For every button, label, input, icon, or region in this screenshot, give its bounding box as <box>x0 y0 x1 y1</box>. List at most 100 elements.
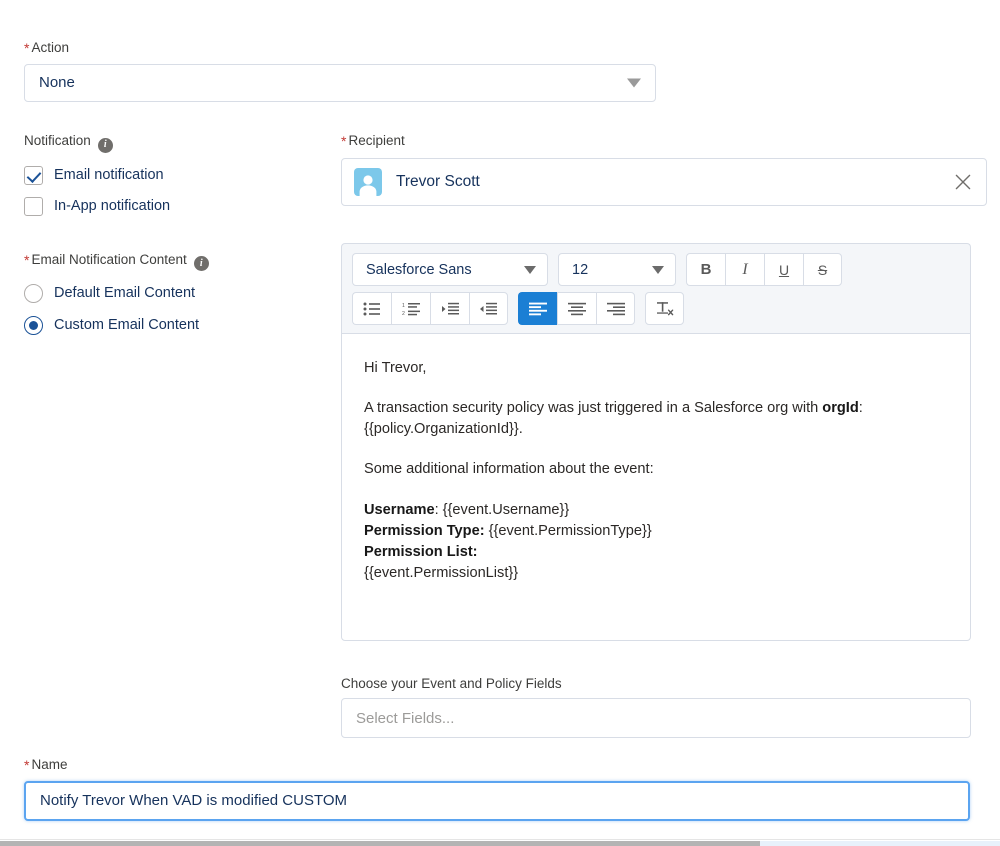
bulleted-list-icon <box>363 302 381 316</box>
recipient-value: Trevor Scott <box>396 172 480 190</box>
email-notification-content-label: * Email Notification Content i <box>24 251 324 271</box>
remove-formatting-button-group <box>645 292 684 325</box>
name-input-value: Notify Trevor When VAD is modified CUSTO… <box>40 792 348 810</box>
outdent-button[interactable] <box>469 292 508 325</box>
font-family-value: Salesforce Sans <box>366 261 472 278</box>
strikethrough-button[interactable]: S <box>803 253 842 286</box>
italic-icon: I <box>742 260 748 278</box>
chevron-down-icon <box>524 265 536 274</box>
action-label-text: Action <box>31 40 69 55</box>
email-username-line: Username: {{event.Username}} <box>364 500 948 521</box>
email-paragraph-1-pre: A transaction security policy was just t… <box>364 400 823 417</box>
email-paragraph-1: A transaction security policy was just t… <box>364 398 948 440</box>
action-select[interactable]: None <box>24 63 656 102</box>
remove-formatting-icon <box>655 301 675 317</box>
underline-icon: U <box>778 261 790 278</box>
radio-custom-email-content-label: Custom Email Content <box>54 317 200 333</box>
action-field-group: * Action None <box>24 40 656 102</box>
radio-circle-selected[interactable] <box>24 315 43 335</box>
email-paragraph-2: Some additional information about the ev… <box>364 461 654 478</box>
info-icon[interactable]: i <box>97 137 113 153</box>
email-orgid-label: orgId <box>822 400 859 417</box>
recipient-field-group: * Recipient Trevor Scott <box>341 133 987 206</box>
indent-icon <box>441 302 460 316</box>
required-asterisk: * <box>24 251 30 268</box>
email-username-label: Username <box>364 501 435 518</box>
numbered-list-button[interactable]: 1 2 <box>391 292 430 325</box>
font-family-select[interactable]: Salesforce Sans <box>352 253 548 286</box>
recipient-label: * Recipient <box>341 133 987 150</box>
align-center-icon <box>568 302 586 316</box>
checkbox-inapp-notification[interactable]: In-App notification <box>24 193 324 220</box>
horizontal-scrollbar[interactable] <box>0 839 1000 846</box>
name-input[interactable]: Notify Trevor When VAD is modified CUSTO… <box>24 780 970 821</box>
email-notification-content-label-text: Email Notification Content <box>31 251 187 267</box>
alignment-button-group <box>518 292 635 325</box>
chevron-down-icon <box>627 78 641 88</box>
checkbox-box-unchecked[interactable] <box>24 196 43 216</box>
name-field-group: * Name Notify Trevor When VAD is modified… <box>24 757 970 821</box>
scrollbar-thumb[interactable] <box>0 841 760 846</box>
left-column: Notification i Email notification In-App … <box>24 133 324 343</box>
radio-custom-email-content[interactable]: Custom Email Content <box>24 311 324 339</box>
radio-default-email-content-label: Default Email Content <box>54 285 196 301</box>
email-permission-type-line: Permission Type: {{event.PermissionType}… <box>364 521 948 542</box>
align-left-button[interactable] <box>518 292 557 325</box>
bold-icon: B <box>700 261 712 278</box>
email-permission-type-label: Permission Type: <box>364 522 485 539</box>
action-select-value: None <box>39 74 75 92</box>
italic-button[interactable]: I <box>725 253 764 286</box>
email-permission-type-merge-field: {{event.PermissionType}} <box>484 522 652 539</box>
text-style-button-group: B I U S <box>686 253 842 286</box>
fields-picker-label: Choose your Event and Policy Fields <box>341 676 562 691</box>
numbered-list-icon: 1 2 <box>402 302 421 316</box>
user-avatar-icon <box>354 167 382 196</box>
outdent-icon <box>479 302 498 316</box>
font-size-select[interactable]: 12 <box>558 253 676 286</box>
strikethrough-icon: S <box>817 261 828 278</box>
radio-default-email-content[interactable]: Default Email Content <box>24 279 324 307</box>
fields-picker-placeholder: Select Fields... <box>356 709 455 727</box>
fields-picker-group: Choose your Event and Policy Fields Sele… <box>341 676 971 738</box>
editor-body[interactable]: Hi Trevor, A transaction security policy… <box>341 333 971 641</box>
email-username-merge-field: : {{event.Username}} <box>434 501 570 518</box>
recipient-label-text: Recipient <box>348 133 405 148</box>
checkbox-box-checked[interactable] <box>24 165 43 185</box>
scrollbar-track[interactable] <box>760 841 1000 846</box>
bulleted-list-button[interactable] <box>352 292 391 325</box>
align-center-button[interactable] <box>557 292 596 325</box>
recipient-input[interactable]: Trevor Scott <box>341 157 987 206</box>
editor-toolbar-row-1: Salesforce Sans 12 B I U S <box>352 253 960 286</box>
email-greeting: Hi Trevor, <box>364 360 427 376</box>
rich-text-editor: Salesforce Sans 12 B I U S 1 2 Hi Trevor… <box>341 243 971 641</box>
svg-text:1: 1 <box>402 303 405 309</box>
radio-circle-unselected[interactable] <box>24 283 43 303</box>
list-indent-button-group: 1 2 <box>352 292 508 325</box>
notification-label-text: Notification <box>24 133 91 148</box>
email-permission-list-line: Permission List: <box>364 542 948 563</box>
remove-formatting-button[interactable] <box>645 292 684 325</box>
svg-text:2: 2 <box>402 311 405 316</box>
chevron-down-icon <box>652 265 664 274</box>
notification-label: Notification i <box>24 133 324 153</box>
email-permission-list-label: Permission List: <box>364 543 478 560</box>
align-right-button[interactable] <box>596 292 635 325</box>
editor-toolbar: Salesforce Sans 12 B I U S 1 2 <box>341 243 971 333</box>
required-asterisk: * <box>341 133 347 149</box>
name-label: * Name <box>24 757 970 774</box>
indent-button[interactable] <box>430 292 469 325</box>
checkbox-inapp-notification-label: In-App notification <box>54 198 171 214</box>
required-asterisk: * <box>24 40 30 56</box>
action-label: * Action <box>24 40 656 57</box>
font-size-value: 12 <box>572 261 589 278</box>
close-icon[interactable] <box>954 173 972 191</box>
align-left-icon <box>529 302 547 316</box>
editor-toolbar-row-2: 1 2 <box>352 292 960 325</box>
name-label-text: Name <box>31 757 68 772</box>
transaction-security-policy-form: * Action None Notification i Email notific… <box>0 0 1000 846</box>
bold-button[interactable]: B <box>686 253 725 286</box>
underline-button[interactable]: U <box>764 253 803 286</box>
fields-picker-select[interactable]: Select Fields... <box>341 698 971 738</box>
info-icon[interactable]: i <box>193 256 209 271</box>
checkbox-email-notification[interactable]: Email notification <box>24 162 324 189</box>
